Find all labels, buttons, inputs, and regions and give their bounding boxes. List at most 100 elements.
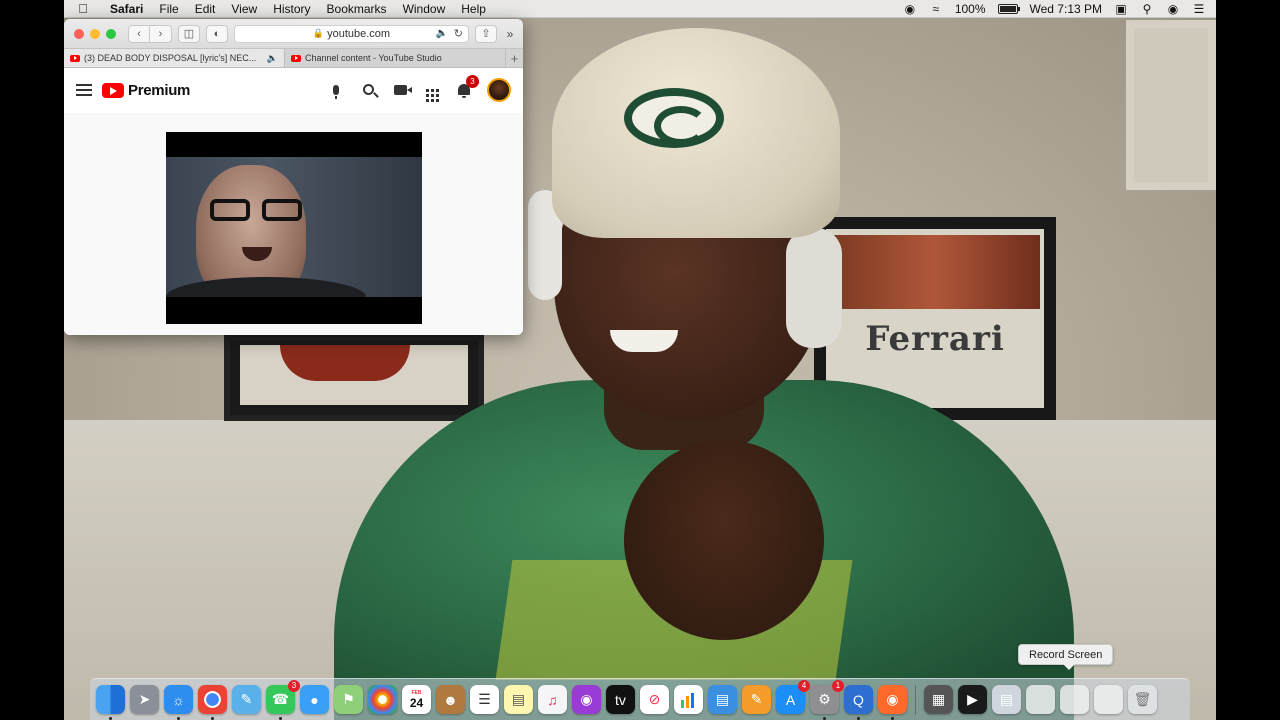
dock-news-icon[interactable]: ⊘ xyxy=(640,685,669,714)
tab-label: (3) DEAD BODY DISPOSAL [lyric's] NEC... xyxy=(84,53,257,63)
dock-launchpad-icon[interactable]: ➤ xyxy=(130,685,159,714)
share-button[interactable]: ⇧ xyxy=(475,24,497,43)
create-video-icon[interactable] xyxy=(391,82,412,98)
dock-numbers-icon[interactable] xyxy=(674,685,703,714)
menu-status-area: ◉ ≈ 100% Wed 7:13 PM ▣ ⚲ ◉ ☰ xyxy=(903,2,1216,16)
search-icon[interactable] xyxy=(359,82,377,98)
sidebar-icon: ◫ xyxy=(183,28,195,40)
menu-help[interactable]: Help xyxy=(453,2,494,16)
dock-app-store-icon[interactable]: A4 xyxy=(776,680,810,714)
address-text: youtube.com xyxy=(327,27,391,40)
dock-documents-stack-icon[interactable] xyxy=(1060,685,1089,714)
menu-clock[interactable]: Wed 7:13 PM xyxy=(1030,2,1102,16)
menu-app-safari[interactable]: Safari xyxy=(102,2,151,16)
dock-calendar-icon[interactable]: FEB 24 xyxy=(402,685,431,714)
dock-safari-icon[interactable]: ☼ xyxy=(164,685,193,720)
address-bar[interactable]: 🔒 youtube.com 🔈 ↻ xyxy=(234,24,469,43)
audio-playing-icon[interactable]: 🔈 xyxy=(436,28,448,39)
record-stop-icon[interactable]: ◉ xyxy=(903,3,917,15)
back-button[interactable]: ‹ xyxy=(128,24,150,43)
window-controls xyxy=(74,28,116,39)
sidebar-button[interactable]: ◫ xyxy=(178,24,200,43)
menu-history[interactable]: History xyxy=(265,2,318,16)
youtube-premium-logo[interactable]: Premium xyxy=(102,82,190,99)
dock-finder-icon[interactable] xyxy=(96,685,125,720)
reload-icon[interactable]: ↻ xyxy=(454,27,463,40)
dock-editor-icon[interactable]: ▶ xyxy=(958,685,987,714)
settings-badge: 1 xyxy=(832,680,844,692)
wifi-icon[interactable]: ≈ xyxy=(929,3,943,15)
dock-photos-icon[interactable] xyxy=(368,685,397,714)
forward-button[interactable]: › xyxy=(150,24,172,43)
tab-channel-content[interactable]: Channel content - YouTube Studio xyxy=(284,49,505,67)
apple-menu-icon[interactable]:  xyxy=(64,1,102,16)
dock-maps-icon[interactable]: ⚑ xyxy=(334,685,363,714)
menu-edit[interactable]: Edit xyxy=(187,2,224,16)
apps-grid-icon[interactable] xyxy=(423,79,441,102)
account-avatar[interactable] xyxy=(487,78,511,102)
tab-dead-body-disposal[interactable]: (3) DEAD BODY DISPOSAL [lyric's] NEC... … xyxy=(64,49,284,67)
dock-reminders-icon[interactable]: ☰ xyxy=(470,685,499,714)
letterbox-left xyxy=(0,0,64,720)
chevron-right-icon: › xyxy=(158,27,163,40)
person-hand xyxy=(624,440,824,640)
microphone-icon[interactable] xyxy=(327,82,345,99)
siri-icon[interactable]: ◉ xyxy=(1166,3,1180,15)
beanie-logo xyxy=(624,88,724,148)
menu-file[interactable]: File xyxy=(151,2,186,16)
tab-audio-icon[interactable]: 🔈 xyxy=(267,53,278,64)
dock-messages-icon[interactable]: ● xyxy=(300,685,329,714)
youtube-favicon-icon xyxy=(291,54,301,62)
close-window-button[interactable] xyxy=(74,28,84,39)
video-subject-coat xyxy=(166,277,366,297)
dock-facetime-icon[interactable]: ☎ 3 xyxy=(266,680,300,720)
dock-downloads-stack-icon[interactable] xyxy=(1026,685,1055,714)
battery-icon[interactable] xyxy=(997,3,1020,14)
share-icon: ⇧ xyxy=(481,28,491,40)
facetime-badge: 3 xyxy=(288,680,300,692)
menu-view[interactable]: View xyxy=(223,2,265,16)
dock-system-preferences-icon[interactable]: ⚙ 1 xyxy=(810,680,844,720)
plus-icon: + xyxy=(510,50,519,66)
dock-folder-icon[interactable]: ▤ xyxy=(992,685,1021,714)
letterbox-right xyxy=(1216,0,1280,720)
headphone-right xyxy=(786,228,842,348)
dock-podcasts-icon[interactable]: ◉ xyxy=(572,685,601,714)
menu-window[interactable]: Window xyxy=(395,2,454,16)
dock-screen-recorder-icon[interactable]: ◉ xyxy=(878,685,907,720)
display-icon[interactable]: ▣ xyxy=(1114,3,1128,15)
dock-trash-icon[interactable]: 🗑 xyxy=(1128,685,1157,714)
dock-separator xyxy=(915,684,916,715)
dock-contacts-icon[interactable]: ☻ xyxy=(436,685,465,714)
dock-quicktime-icon[interactable]: Q xyxy=(844,685,873,720)
dock-calculator-icon[interactable]: ▦ xyxy=(924,685,953,714)
notification-center-icon[interactable]: ☰ xyxy=(1192,3,1206,15)
video-player[interactable] xyxy=(166,132,422,324)
dock-preview-icon[interactable]: ✎ xyxy=(232,685,261,714)
notifications-bell-icon[interactable]: 3 xyxy=(455,75,479,98)
menu-bar:  Safari File Edit View History Bookmark… xyxy=(64,0,1216,18)
dock-pages-icon[interactable]: ✎ xyxy=(742,685,771,714)
dock-music-icon[interactable]: ♫ xyxy=(538,685,567,714)
ferrari-poster-text: Ferrari xyxy=(865,319,1005,359)
dock-files-stack-icon[interactable] xyxy=(1094,685,1123,714)
dock-apple-tv-icon[interactable]: tv xyxy=(606,685,635,714)
picture-frame-left xyxy=(224,335,484,421)
safari-toolbar: ‹ › ◫ ◐ 🔒 youtube.com 🔈 ↻ ⇧ » xyxy=(64,19,523,48)
spotlight-search-icon[interactable]: ⚲ xyxy=(1140,3,1154,15)
youtube-header: Premium 3 xyxy=(64,68,523,112)
hamburger-menu-icon[interactable] xyxy=(76,84,92,96)
dock-keynote-icon[interactable]: ▤ xyxy=(708,685,737,714)
menu-bookmarks[interactable]: Bookmarks xyxy=(319,2,395,16)
youtube-play-icon xyxy=(102,82,124,98)
dock-notes-icon[interactable]: ▤ xyxy=(504,685,533,714)
fullscreen-window-button[interactable] xyxy=(106,28,116,39)
toolbar-overflow-icon[interactable]: » xyxy=(503,27,517,41)
new-tab-button[interactable]: + xyxy=(505,49,523,67)
privacy-shield-button[interactable]: ◐ xyxy=(206,24,228,43)
dock: ➤ ☼ ✎ ☎ 3 ● ⚑ FEB 24 ☻ ☰ ▤ ♫ ◉ tv ⊘ ▤ ✎ A… xyxy=(90,678,1190,720)
dock-chrome-icon[interactable] xyxy=(198,685,227,720)
minimize-window-button[interactable] xyxy=(90,28,100,39)
battery-percent[interactable]: 100% xyxy=(955,2,986,16)
video-subject-glasses xyxy=(210,199,306,221)
